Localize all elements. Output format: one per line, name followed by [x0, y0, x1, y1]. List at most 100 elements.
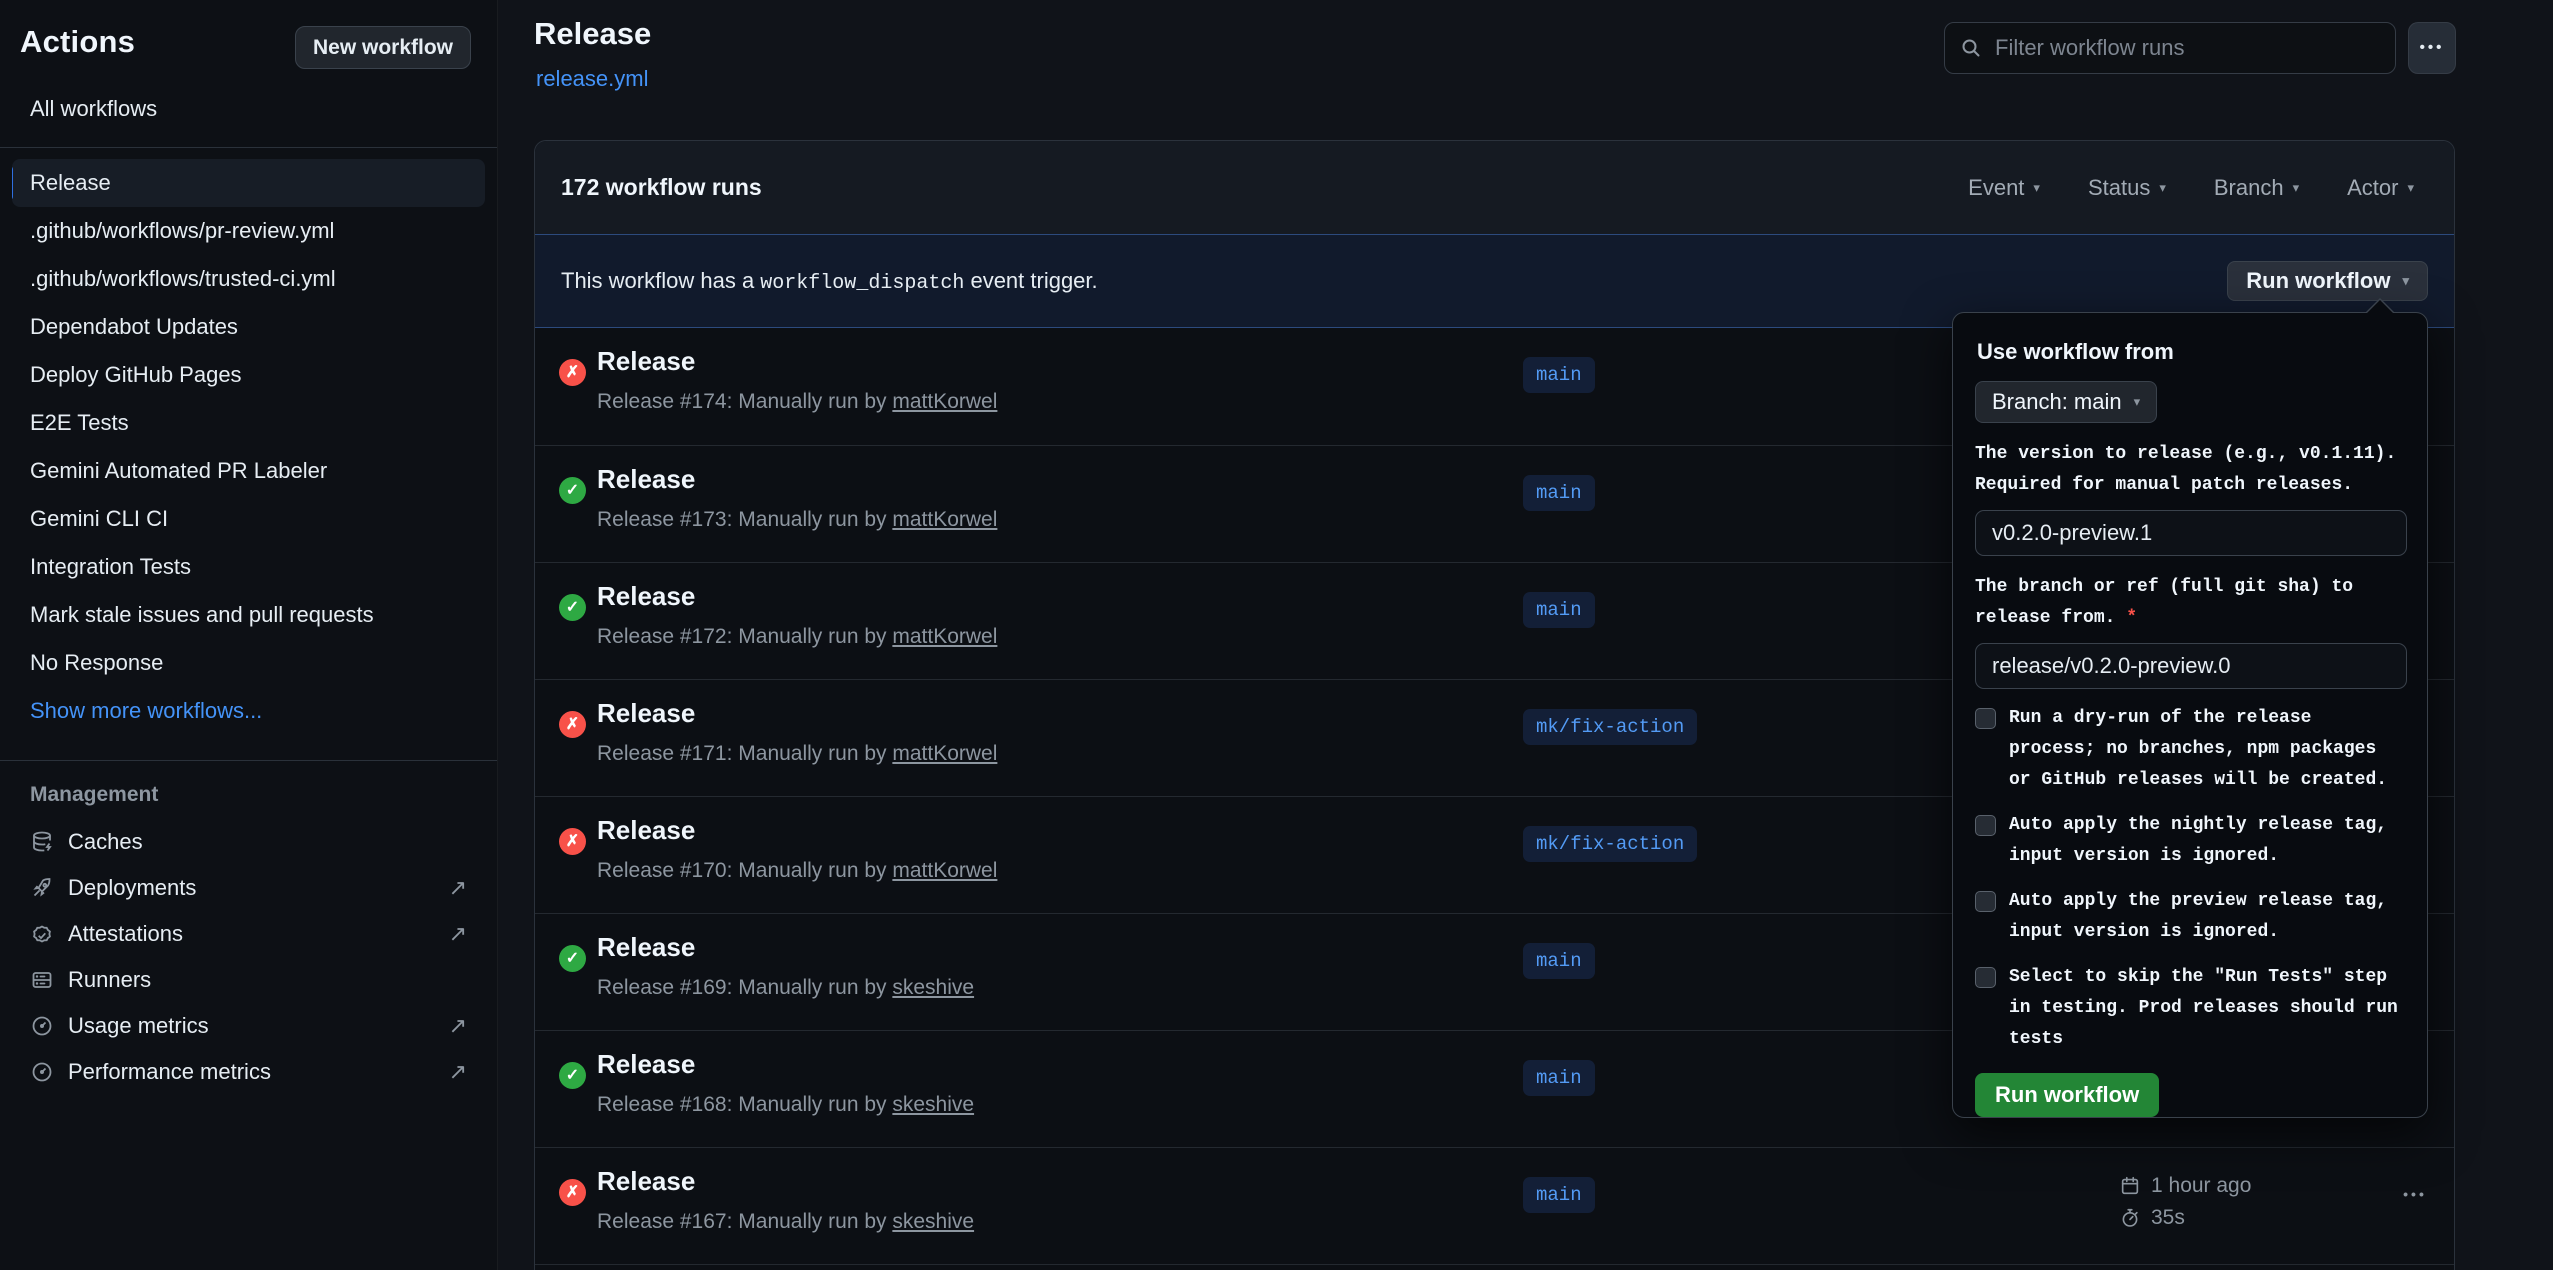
status-success-icon	[559, 945, 586, 972]
show-more-workflows-link[interactable]: Show more workflows...	[12, 687, 485, 735]
branch-badge[interactable]: main	[1523, 943, 1595, 979]
preview-tag-checkbox-label[interactable]: Auto apply the preview release tag, inpu…	[2009, 886, 2405, 948]
sidebar-item-release[interactable]: Release	[12, 159, 485, 207]
run-title-link[interactable]: Release	[597, 464, 695, 495]
filter-actor-dropdown[interactable]: Actor▾	[2347, 175, 2414, 201]
sidebar-item-e2e-tests[interactable]: E2E Tests	[12, 399, 485, 447]
branch-badge[interactable]: main	[1523, 592, 1595, 628]
chevron-down-icon: ▾	[2159, 180, 2166, 196]
sidebar-item-deployments[interactable]: Deployments ↗	[12, 865, 485, 911]
workflow-dispatch-code: workflow_dispatch	[760, 272, 964, 295]
filter-event-dropdown[interactable]: Event▾	[1968, 175, 2040, 201]
run-actor-link[interactable]: skeshive	[892, 976, 974, 999]
sidebar-item-dependabot-updates[interactable]: Dependabot Updates	[12, 303, 485, 351]
sidebar-item-performance-metrics[interactable]: Performance metrics ↗	[12, 1049, 485, 1095]
branch-badge[interactable]: main	[1523, 357, 1595, 393]
branch-badge[interactable]: main	[1523, 1177, 1595, 1213]
run-actor-link[interactable]: mattKorwel	[892, 390, 997, 413]
skip-tests-checkbox[interactable]	[1975, 967, 1996, 988]
status-failure-icon	[559, 828, 586, 855]
dry-run-checkbox-label[interactable]: Run a dry-run of the release process; no…	[2009, 703, 2405, 796]
run-options-kebab-button[interactable]: •••	[2383, 1186, 2447, 1202]
all-workflows-link[interactable]: All workflows	[30, 96, 497, 122]
run-title-link[interactable]: Release	[597, 1049, 695, 1080]
status-failure-icon	[559, 359, 586, 386]
run-actor-link[interactable]: mattKorwel	[892, 625, 997, 648]
chevron-down-icon: ▾	[2134, 394, 2141, 410]
run-title-link[interactable]: Release	[597, 932, 695, 963]
dry-run-checkbox[interactable]	[1975, 708, 1996, 729]
run-actor-link[interactable]: skeshive	[892, 1210, 974, 1233]
management-list: Caches Deployments ↗ Attestations ↗ Runn…	[12, 819, 485, 1095]
server-icon	[30, 968, 54, 992]
run-subtitle: Release #167: Manually run by skeshive	[597, 1210, 974, 1234]
sidebar-item-deploy-github-pages[interactable]: Deploy GitHub Pages	[12, 351, 485, 399]
run-desc: Release #172: Manually run by	[597, 625, 887, 648]
verified-icon	[30, 922, 54, 946]
sidebar-item-trusted-ci[interactable]: .github/workflows/trusted-ci.yml	[12, 255, 485, 303]
filter-status-dropdown[interactable]: Status▾	[2088, 175, 2166, 201]
run-title-link[interactable]: Release	[597, 698, 695, 729]
branch-badge[interactable]: mk/fix-action	[1523, 709, 1697, 745]
nightly-tag-checkbox[interactable]	[1975, 815, 1996, 836]
run-workflow-dropdown-button[interactable]: Run workflow▾	[2227, 261, 2428, 301]
workflow-file-link[interactable]: release.yml	[536, 66, 648, 92]
sidebar-item-gemini-cli-ci[interactable]: Gemini CLI CI	[12, 495, 485, 543]
run-actor-link[interactable]: skeshive	[892, 1093, 974, 1116]
run-subtitle: Release #171: Manually run by mattKorwel	[597, 742, 997, 766]
run-desc: Release #170: Manually run by	[597, 859, 887, 882]
sidebar-item-runners[interactable]: Runners	[12, 957, 485, 1003]
sidebar-item-pr-review[interactable]: .github/workflows/pr-review.yml	[12, 207, 485, 255]
sidebar-item-gemini-pr-labeler[interactable]: Gemini Automated PR Labeler	[12, 447, 485, 495]
run-title-link[interactable]: Release	[597, 581, 695, 612]
branch-badge[interactable]: main	[1523, 1060, 1595, 1096]
sidebar-item-label: Release	[30, 170, 111, 195]
run-workflow-submit-button[interactable]: Run workflow	[1975, 1073, 2159, 1117]
branch-badge[interactable]: mk/fix-action	[1523, 826, 1697, 862]
run-title-link[interactable]: Release	[597, 1166, 695, 1197]
banner-text-prefix: This workflow has a	[561, 268, 760, 293]
sidebar-item-label: Runners	[68, 967, 151, 993]
run-desc: Release #174: Manually run by	[597, 390, 887, 413]
sidebar-header: Actions New workflow	[0, 0, 497, 74]
search-icon	[1959, 36, 1983, 60]
new-workflow-button[interactable]: New workflow	[295, 26, 471, 69]
sidebar-divider	[0, 760, 497, 761]
sidebar-item-attestations[interactable]: Attestations ↗	[12, 911, 485, 957]
run-duration: 35s	[2119, 1202, 2251, 1234]
chevron-down-icon: ▾	[2293, 180, 2300, 196]
workflow-list: Release .github/workflows/pr-review.yml …	[12, 159, 485, 735]
actions-sidebar: Actions New workflow All workflows Relea…	[0, 0, 498, 1270]
run-desc: Release #173: Manually run by	[597, 508, 887, 531]
run-actor-link[interactable]: mattKorwel	[892, 508, 997, 531]
filter-label: Branch	[2214, 175, 2284, 201]
sidebar-item-usage-metrics[interactable]: Usage metrics ↗	[12, 1003, 485, 1049]
sidebar-item-integration-tests[interactable]: Integration Tests	[12, 543, 485, 591]
workflow-options-kebab-button[interactable]: •••	[2408, 22, 2456, 74]
run-title-link[interactable]: Release	[597, 815, 695, 846]
sidebar-item-label: Usage metrics	[68, 1013, 209, 1039]
branch-select-button[interactable]: Branch: main▾	[1975, 381, 2157, 423]
branch-badge[interactable]: main	[1523, 475, 1595, 511]
sidebar-item-label: Show more workflows...	[30, 698, 262, 723]
run-title-link[interactable]: Release	[597, 346, 695, 377]
panel-caret-icon	[2366, 300, 2394, 314]
run-actor-link[interactable]: mattKorwel	[892, 859, 997, 882]
nightly-tag-checkbox-label[interactable]: Auto apply the nightly release tag, inpu…	[2009, 810, 2405, 872]
sidebar-item-mark-stale[interactable]: Mark stale issues and pull requests	[12, 591, 485, 639]
sidebar-item-label: Mark stale issues and pull requests	[30, 602, 374, 627]
version-input[interactable]	[1975, 510, 2407, 556]
sidebar-item-no-response[interactable]: No Response	[12, 639, 485, 687]
banner-text: This workflow has a workflow_dispatch ev…	[561, 268, 1098, 295]
preview-tag-checkbox[interactable]	[1975, 891, 1996, 912]
run-actor-link[interactable]: mattKorwel	[892, 742, 997, 765]
sidebar-item-caches[interactable]: Caches	[12, 819, 485, 865]
skip-tests-checkbox-label[interactable]: Select to skip the "Run Tests" step in t…	[2009, 962, 2405, 1055]
runs-list-header: 172 workflow runs Event▾ Status▾ Branch▾…	[535, 141, 2454, 234]
rocket-icon	[30, 876, 54, 900]
run-subtitle: Release #172: Manually run by mattKorwel	[597, 625, 997, 649]
ref-input[interactable]	[1975, 643, 2407, 689]
filter-branch-dropdown[interactable]: Branch ▾	[2214, 175, 2299, 201]
workflow-run-row[interactable]: Release Release #167: Manually run by sk…	[535, 1147, 2454, 1264]
filter-workflow-runs-input[interactable]	[1995, 35, 2381, 61]
